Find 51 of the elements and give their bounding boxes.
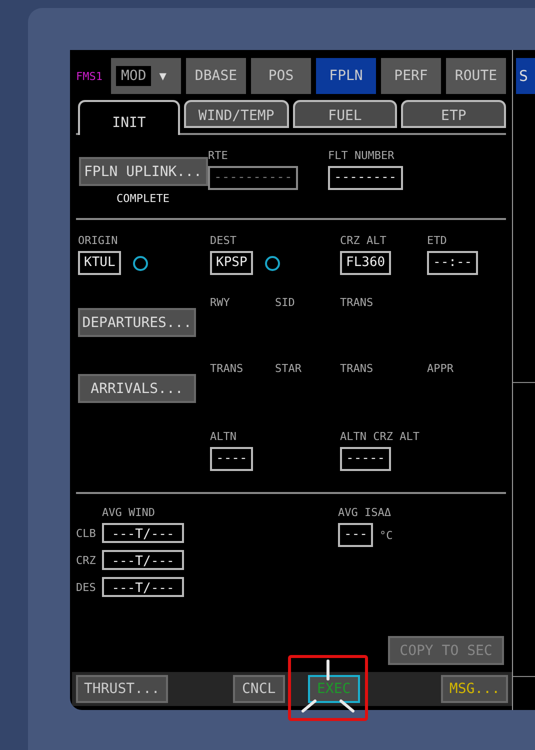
field-label: ORIGIN [78,234,119,247]
page-tab[interactable]: ROUTE [446,58,506,94]
input-field[interactable]: KTUL [78,251,122,275]
field-label: ALTN [210,430,238,443]
sub-tab[interactable]: WIND/TEMP [184,100,289,128]
fms-label: FMS1 [76,70,104,82]
page-tab[interactable]: DBASE [186,58,246,94]
field-label: DEST [210,234,238,247]
input-field[interactable]: ---T/--- [102,523,184,543]
input-field[interactable]: ---- [210,447,254,471]
phase-label: DES [76,580,97,594]
field-label: ALTN CRZ ALT [340,430,420,443]
input-field[interactable]: -------- [328,166,403,190]
field-label: TRANS [340,362,374,375]
page-tab[interactable]: PERF [381,58,441,94]
field-label: RWY [210,296,231,309]
bar-button[interactable]: MSG... [441,675,508,703]
input-field[interactable]: ---T/--- [102,550,184,570]
sub-tab[interactable]: FUEL [292,100,398,128]
field-label: SID [275,296,296,309]
uplink-status: COMPLETE [116,192,170,205]
page-tab[interactable]: S [516,58,535,94]
field-label: TRANS [340,296,374,309]
uplink-button[interactable]: FPLN UPLINK... [78,157,208,186]
field-label: TRANS [210,362,244,375]
page-tab[interactable]: FPLN [316,58,376,94]
bar-button[interactable]: CNCL [232,675,285,703]
bar-button[interactable]: THRUST... [76,675,168,703]
input-field[interactable]: --- [338,523,374,547]
phase-label: CLB [76,526,97,540]
mode-dropdown[interactable]: MOD ▼ [111,58,181,94]
page-tab[interactable]: POS [251,58,311,94]
input-field[interactable]: ----- [340,447,392,471]
unit-label: °C [379,528,393,542]
field-label: FLT NUMBER [328,149,396,162]
input-field[interactable]: KPSP [210,251,254,275]
field-label: APPR [427,362,454,375]
field-label: ETD [427,234,448,247]
section-label: AVG ISAΔ [338,506,392,519]
input-field[interactable]: --:-- [427,251,478,275]
arrivals-button[interactable]: ARRIVALS... [78,374,196,403]
phase-label: CRZ [76,554,97,566]
sub-tab[interactable]: INIT [78,100,180,135]
field-label: RTE [208,149,229,162]
input-field[interactable]: ---T/--- [102,577,184,597]
departures-button[interactable]: DEPARTURES... [78,308,196,337]
field-label: CRZ ALT [340,234,388,247]
input-field[interactable]: FL360 [340,251,392,275]
section-label: AVG WIND [102,506,156,519]
sub-tab[interactable]: ETP [401,100,506,128]
field-label: STAR [275,362,302,375]
